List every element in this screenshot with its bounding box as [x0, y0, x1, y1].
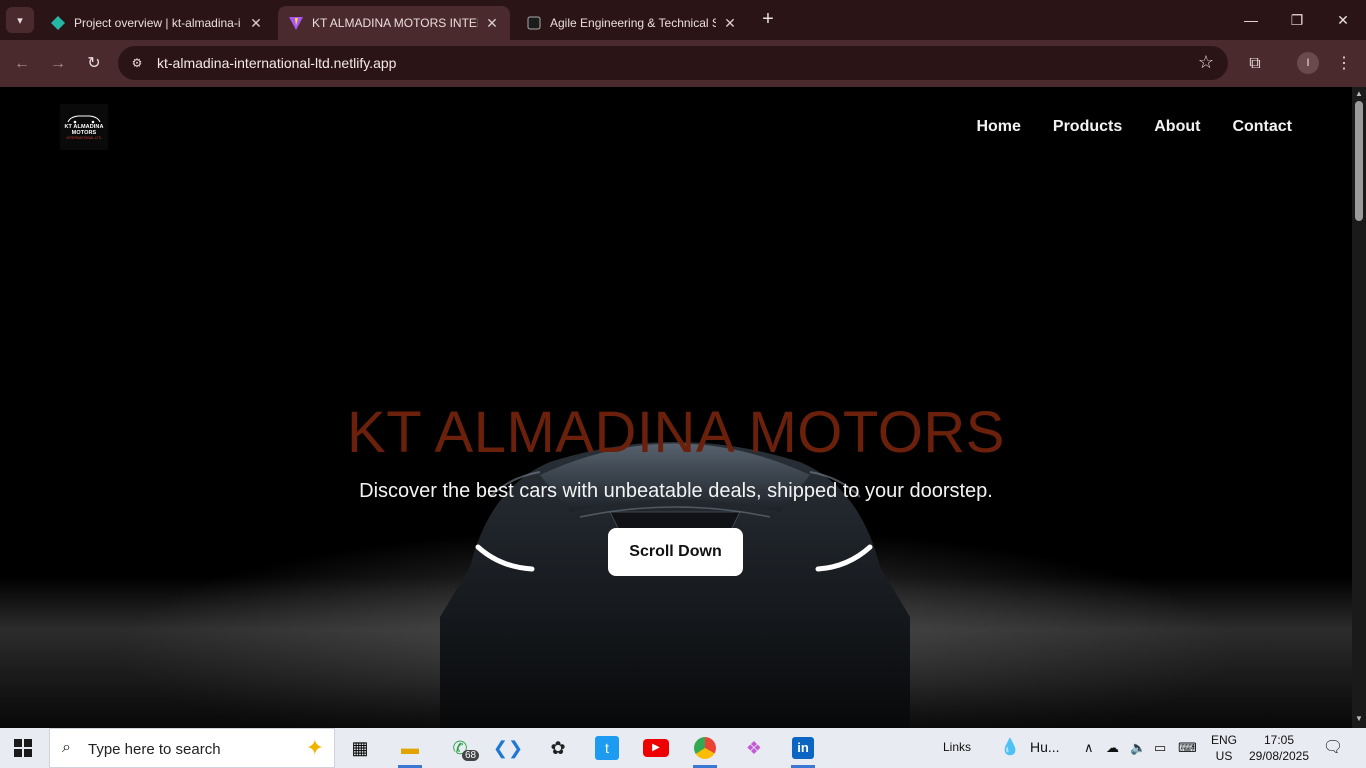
whatsapp-icon[interactable]: ✆ 68 — [440, 732, 480, 764]
nav-about[interactable]: About — [1154, 118, 1200, 136]
language-indicator[interactable]: ENG US — [1208, 732, 1240, 764]
site-info-icon[interactable]: ⚙ — [128, 54, 146, 72]
site-logo[interactable]: KT ALMADINA MOTORS INTERNATIONAL LTD — [60, 104, 108, 150]
vscode-icon[interactable]: ❮❯ — [488, 732, 528, 764]
extensions-icon[interactable]: ⧉ — [1243, 52, 1267, 76]
close-icon[interactable]: ✕ — [484, 15, 500, 32]
profile-avatar[interactable]: I — [1297, 52, 1319, 74]
forward-arrow-icon[interactable]: → — [46, 52, 70, 76]
tab-title: Agile Engineering & Technical S — [550, 16, 716, 30]
lang-region: US — [1215, 749, 1233, 763]
task-view-icon[interactable]: ▦ — [340, 732, 380, 764]
close-icon[interactable]: ✕ — [722, 15, 738, 32]
nav-home[interactable]: Home — [976, 118, 1020, 136]
hero-subtitle: Discover the best cars with unbeatable d… — [359, 480, 993, 502]
links-toolbar-label[interactable]: Links — [943, 740, 971, 754]
clock-date: 29/08/2025 — [1248, 749, 1310, 763]
linkedin-icon[interactable]: in — [783, 732, 823, 768]
url-text[interactable]: kt-almadina-international-ltd.netlify.ap… — [157, 55, 396, 71]
scroll-down-button[interactable]: Scroll Down — [608, 528, 743, 576]
vite-favicon-icon — [289, 17, 303, 30]
file-explorer-icon[interactable]: ▬ — [390, 732, 430, 768]
chevron-up-icon[interactable]: ∧ — [1084, 740, 1094, 756]
tab-search-button[interactable]: ▾ — [6, 7, 34, 33]
tab-kt-almadina[interactable]: KT ALMADINA MOTORS INTERN ✕ — [278, 6, 510, 40]
car-logo-icon — [67, 115, 101, 124]
page-scrollbar[interactable]: ▲ ▼ — [1352, 87, 1366, 728]
scroll-thumb[interactable] — [1355, 101, 1363, 221]
browser-toolbar: ← → ↻ ⚙ kt-almadina-international-ltd.ne… — [0, 40, 1366, 87]
windows-taskbar: ⌕ Type here to search ✦ ▦ ▬ ✆ 68 ❮❯ ✿ t ▶… — [0, 728, 1366, 768]
main-nav: Home Products About Contact — [976, 118, 1292, 136]
onedrive-icon[interactable]: ☁ — [1106, 740, 1119, 756]
twitter-icon[interactable]: t — [587, 732, 627, 764]
logo-line-3: INTERNATIONAL LTD — [66, 136, 102, 140]
whatsapp-badge: 68 — [462, 750, 480, 761]
lang-code: ENG — [1210, 733, 1237, 747]
bookmark-star-icon[interactable]: ☆ — [1198, 52, 1214, 73]
chatgpt-icon[interactable]: ✿ — [538, 732, 578, 764]
netlify-favicon-icon — [51, 16, 65, 30]
tab-title: KT ALMADINA MOTORS INTERN — [312, 16, 478, 30]
back-arrow-icon[interactable]: ← — [10, 52, 34, 76]
sparkle-icon: ✦ — [305, 735, 324, 760]
new-tab-button[interactable]: + — [757, 8, 779, 30]
site-favicon-icon — [527, 16, 541, 30]
scroll-up-arrow-icon[interactable]: ▲ — [1355, 89, 1363, 98]
chrome-icon[interactable] — [685, 732, 725, 768]
battery-icon[interactable]: ▭ — [1154, 740, 1166, 756]
reload-icon[interactable]: ↻ — [82, 52, 106, 76]
taskbar-search-box[interactable]: ⌕ Type here to search ✦ — [49, 728, 335, 768]
tab-title: Project overview | kt-almadina-i — [74, 16, 240, 30]
keyboard-icon[interactable]: ⌨ — [1178, 740, 1197, 756]
volume-icon[interactable]: 🔈 — [1130, 740, 1146, 756]
restore-button[interactable]: ❐ — [1274, 8, 1320, 32]
tab-project-overview[interactable]: Project overview | kt-almadina-i ✕ — [40, 6, 274, 40]
search-placeholder: Type here to search — [88, 741, 221, 758]
notification-icon[interactable]: 🗨 — [1322, 737, 1344, 759]
scroll-down-arrow-icon[interactable]: ▼ — [1355, 714, 1363, 723]
youtube-icon[interactable]: ▶ — [636, 732, 676, 764]
minimize-button[interactable]: — — [1228, 8, 1274, 32]
windows-start-icon[interactable] — [14, 739, 32, 757]
close-icon[interactable]: ✕ — [248, 15, 264, 32]
copilot-icon[interactable]: ❖ — [734, 732, 774, 764]
browser-tab-strip: ▾ Project overview | kt-almadina-i ✕ KT … — [0, 0, 1366, 40]
address-bar[interactable]: ⚙ kt-almadina-international-ltd.netlify.… — [118, 46, 1228, 80]
menu-kebab-icon[interactable]: ⋮ — [1332, 52, 1356, 76]
system-clock[interactable]: 17:05 29/08/2025 — [1244, 732, 1314, 764]
tab-agile-engineering[interactable]: Agile Engineering & Technical S ✕ — [516, 6, 748, 40]
weather-icon[interactable]: 💧 — [1000, 737, 1020, 757]
nav-contact[interactable]: Contact — [1232, 118, 1292, 136]
weather-text[interactable]: Hu... — [1030, 739, 1060, 755]
window-close-button[interactable]: ✕ — [1320, 8, 1366, 32]
nav-products[interactable]: Products — [1053, 118, 1122, 136]
chevron-down-icon: ▾ — [17, 14, 23, 27]
clock-time: 17:05 — [1263, 733, 1295, 747]
hero-title: KT ALMADINA MOTORS — [347, 400, 1005, 465]
search-icon: ⌕ — [62, 739, 71, 756]
hero-section: KT ALMADINA MOTORS INTERNATIONAL LTD Hom… — [0, 87, 1352, 728]
